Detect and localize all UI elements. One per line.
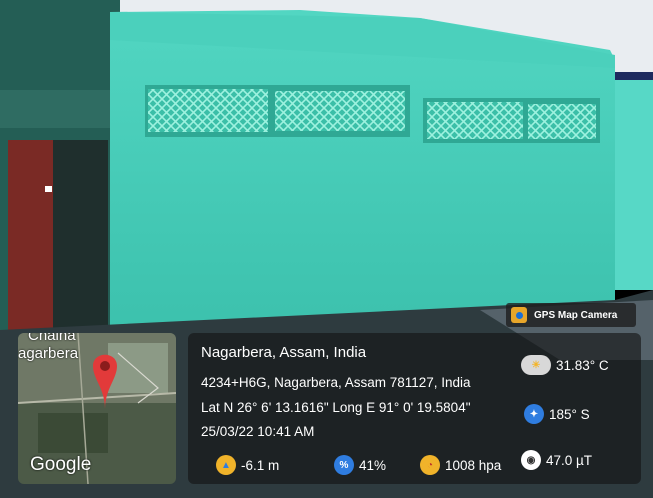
heading-value: 185° S (549, 406, 590, 422)
gps-camera-icon (511, 307, 527, 323)
map-place-label: Chaina (28, 333, 76, 344)
map-place-label: agarbera (18, 345, 79, 362)
gps-map-camera-badge: GPS Map Camera (506, 303, 636, 327)
cloud-sun-icon: ☀ (521, 355, 551, 375)
humidity-reading: % 41% (334, 455, 386, 475)
pressure-value: 1008 hpa (445, 457, 502, 473)
altitude-reading: ▲ -6.1 m (216, 455, 279, 475)
compass-icon: ✦ (524, 404, 544, 424)
magnetic-reading: ◉ 47.0 µT (521, 450, 592, 470)
address: 4234+H6G, Nagarbera, Assam 781127, India (201, 375, 471, 390)
map-thumbnail: Chaina agarbera Google (18, 333, 176, 484)
pressure-reading: ◔ 1008 hpa (420, 455, 501, 475)
humidity-value: 41% (359, 457, 387, 473)
temperature-reading: ☀ 31.83° C (521, 355, 609, 375)
pressure-gauge-icon: ◔ (420, 455, 440, 475)
temperature-value: 31.83° C (556, 357, 609, 373)
heading-reading: ✦ 185° S (524, 404, 590, 424)
altitude-icon: ▲ (216, 455, 236, 475)
altitude-value: -6.1 m (241, 457, 280, 473)
humidity-icon: % (334, 455, 354, 475)
location-info-panel: Nagarbera, Assam, India 4234+H6G, Nagarb… (188, 333, 641, 484)
date-time: 25/03/22 10:41 AM (201, 424, 315, 439)
coordinates: Lat N 26° 6' 13.1616" Long E 91° 0' 19.5… (201, 400, 471, 415)
magnetic-value: 47.0 µT (546, 452, 593, 468)
magnetic-field-icon: ◉ (521, 450, 541, 470)
google-logo: Google (30, 454, 92, 475)
app-name: GPS Map Camera (534, 309, 618, 321)
place-name: Nagarbera, Assam, India (201, 344, 367, 361)
